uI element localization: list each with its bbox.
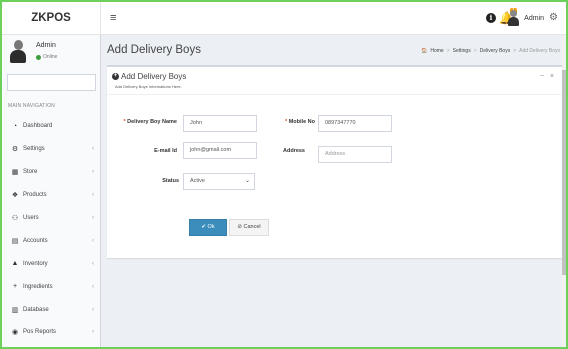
- box-tools: − ×: [540, 73, 554, 80]
- sidebar-search-input[interactable]: [7, 74, 96, 91]
- breadcrumb-separator: >: [446, 48, 450, 54]
- avatar: [9, 40, 27, 64]
- sidebar-item-database[interactable]: ▥ Database ‹: [2, 298, 101, 321]
- chevron-left-icon: ‹: [92, 237, 94, 244]
- box-subtitle: Add Delivery Boys Informations Here.: [115, 84, 182, 89]
- sidebar-item-label: Pos Reports: [23, 329, 57, 336]
- sidebar-item-store[interactable]: ▦ Store ‹: [2, 161, 101, 184]
- dashboard-icon: ◔: [12, 122, 18, 130]
- page-scrollbar[interactable]: [562, 35, 566, 347]
- breadcrumb-delivery[interactable]: Delivery Boys: [480, 48, 511, 54]
- ok-button[interactable]: ✔ Ok: [189, 219, 227, 236]
- user-menu[interactable]: Admin: [507, 10, 544, 26]
- collapse-icon[interactable]: −: [540, 73, 544, 80]
- status-select-value: Active: [190, 178, 205, 184]
- chevron-left-icon: ‹: [92, 283, 94, 290]
- info-icon[interactable]: i: [486, 13, 496, 23]
- online-status: Online: [36, 54, 57, 60]
- sidebar: Admin Online MAIN NAVIGATION ◔ Dashboard ⚙…: [2, 35, 101, 347]
- cancel-button[interactable]: ⊘ Cancel: [229, 219, 269, 236]
- breadcrumb-separator: >: [473, 48, 477, 54]
- main-content: Add Delivery Boys 🏠 Home > Settings > De…: [101, 35, 566, 347]
- page-title: Add Delivery Boys: [107, 44, 201, 56]
- plus-circle-icon: +: [112, 73, 119, 80]
- chevron-left-icon: ‹: [92, 215, 94, 221]
- database-icon: ▥: [11, 306, 19, 314]
- mobile-label: * Mobile No: [285, 119, 315, 125]
- chevron-down-icon: ⌄: [244, 178, 250, 184]
- chevron-left-icon: ‹: [92, 146, 94, 153]
- chevron-left-icon: ‹: [92, 329, 94, 336]
- status-label: Status: [162, 178, 179, 184]
- sidebar-item-pos-reports[interactable]: ◉ Pos Reports ‹: [2, 321, 101, 344]
- store-icon: ▦: [11, 169, 19, 177]
- chevron-left-icon: ‹: [92, 169, 94, 176]
- box-header: + Add Delivery Boys Add Delivery Boys In…: [107, 67, 562, 95]
- scrollbar-thumb[interactable]: [562, 70, 566, 275]
- app-frame: ZKPOS Restaurant ≡ i 🔔 1 Admin ⚙ Admin O…: [2, 2, 566, 347]
- sidebar-item-label: Products: [23, 192, 47, 199]
- sidebar-item-label: Users: [23, 215, 39, 221]
- breadcrumb-separator: >: [513, 48, 517, 54]
- sidebar-item-settings[interactable]: ⚙ Settings ‹: [2, 138, 101, 161]
- breadcrumb-home[interactable]: Home: [430, 48, 443, 54]
- sidebar-item-label: Store: [23, 169, 38, 176]
- box-title-text: Add Delivery Boys: [121, 72, 187, 81]
- chevron-left-icon: ‹: [92, 192, 94, 199]
- sidebar-item-label: Accounts: [23, 237, 48, 244]
- box-title: + Add Delivery Boys: [112, 72, 186, 81]
- reports-icon: ◉: [11, 329, 19, 337]
- sidebar-item-users[interactable]: ⚇ Users ‹: [2, 207, 101, 230]
- plus-icon: +: [12, 283, 18, 291]
- nav-header: MAIN NAVIGATION: [8, 103, 55, 109]
- address-label: Address: [282, 148, 305, 154]
- email-input[interactable]: john@gmail.com: [183, 142, 257, 159]
- form-box: + Add Delivery Boys Add Delivery Boys In…: [107, 65, 562, 258]
- status-text: Online: [43, 54, 58, 60]
- delivery-boy-name-input[interactable]: John: [183, 115, 257, 132]
- avatar: [507, 10, 520, 26]
- menu-toggle-icon[interactable]: ≡: [110, 2, 116, 35]
- accounts-icon: ▤: [11, 237, 19, 245]
- app-logo[interactable]: ZKPOS Restaurant: [2, 2, 101, 57]
- gear-icon: ⚙: [11, 146, 19, 154]
- sidebar-user-name: Admin: [36, 42, 56, 49]
- delivery-boy-name-label: * Delivery Boy Name: [123, 119, 177, 125]
- address-input[interactable]: Address: [318, 146, 392, 163]
- user-name: Admin: [524, 14, 544, 22]
- products-icon: ❖: [11, 192, 19, 200]
- gears-icon[interactable]: ⚙: [549, 12, 558, 23]
- sidebar-item-dashboard[interactable]: ◔ Dashboard: [2, 115, 101, 138]
- online-dot-icon: [36, 54, 41, 60]
- sidebar-item-accounts[interactable]: ▤ Accounts ‹: [2, 229, 101, 252]
- sidebar-item-ingredients[interactable]: + Ingredients ‹: [2, 275, 101, 298]
- sidebar-item-label: Inventory: [23, 260, 48, 267]
- sidebar-item-label: Settings: [23, 146, 45, 153]
- email-label: E-mail Id: [154, 148, 177, 154]
- users-icon: ⚇: [11, 215, 19, 222]
- home-icon: 🏠: [421, 48, 428, 54]
- breadcrumb-settings[interactable]: Settings: [453, 48, 471, 54]
- sidebar-menu: ◔ Dashboard ⚙ Settings ‹ ▦ Store ‹ ❖ Products ‹ ⚇ Us…: [2, 115, 101, 344]
- sidebar-item-label: Dashboard: [23, 123, 53, 130]
- chevron-left-icon: ‹: [92, 306, 94, 313]
- top-navbar: ≡ i 🔔 1 Admin ⚙: [101, 2, 566, 35]
- close-icon[interactable]: ×: [550, 73, 554, 80]
- mobile-input[interactable]: 0897347770: [318, 115, 392, 132]
- sidebar-item-label: Ingredients: [23, 283, 53, 290]
- sidebar-item-products[interactable]: ❖ Products ‹: [2, 184, 101, 207]
- sidebar-item-label: Database: [23, 306, 49, 313]
- breadcrumb: 🏠 Home > Settings > Delivery Boys > Add …: [421, 48, 560, 54]
- sidebar-item-inventory[interactable]: ▲ Inventory ‹: [2, 252, 101, 275]
- status-select[interactable]: Active ⌄: [183, 173, 255, 190]
- sidebar-user-panel: Admin Online: [2, 35, 100, 71]
- inventory-icon: ▲: [11, 260, 19, 268]
- breadcrumb-current: Add Delivery Boys: [519, 48, 560, 54]
- chevron-left-icon: ‹: [92, 260, 94, 267]
